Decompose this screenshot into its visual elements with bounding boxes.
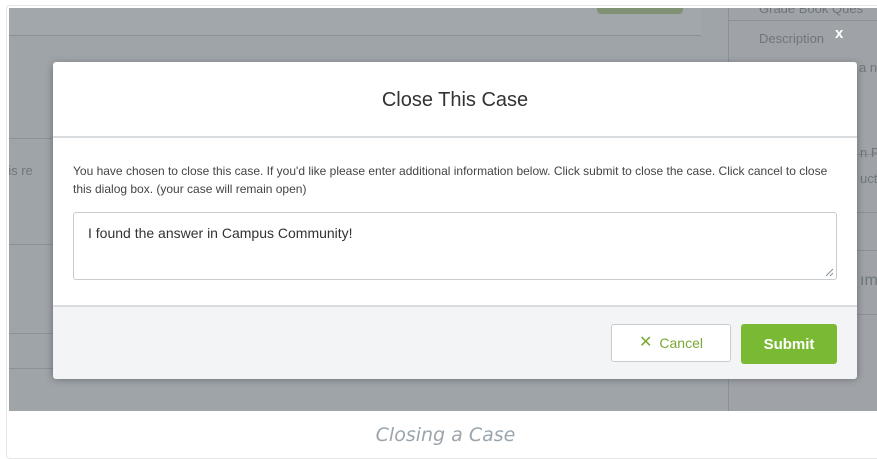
figure-caption: Closing a Case [375,424,516,446]
close-case-dialog: Close This Case You have chosen to close… [53,62,857,379]
additional-info-textarea[interactable]: I found the answer in Campus Community! [73,212,837,280]
screenshot-area: his re Grade Book Ques Description a ne … [9,8,877,411]
resize-handle-icon[interactable] [825,268,834,277]
submit-button[interactable]: Submit [741,324,837,364]
cancel-button[interactable]: ✕ Cancel [611,324,731,362]
dialog-description: You have chosen to close this case. If y… [73,164,828,196]
close-icon: ✕ [639,334,653,351]
figure-frame: his re Grade Book Ques Description a ne … [6,5,877,459]
dialog-title: Close This Case [381,89,529,111]
close-icon[interactable]: x [835,25,843,42]
cancel-button-label: Cancel [659,335,703,351]
dialog-header: Close This Case [53,62,857,138]
textarea-value: I found the answer in Campus Community! [88,225,353,241]
dialog-body: You have chosen to close this case. If y… [53,138,857,305]
dialog-footer: ✕ Cancel Submit [53,305,857,379]
